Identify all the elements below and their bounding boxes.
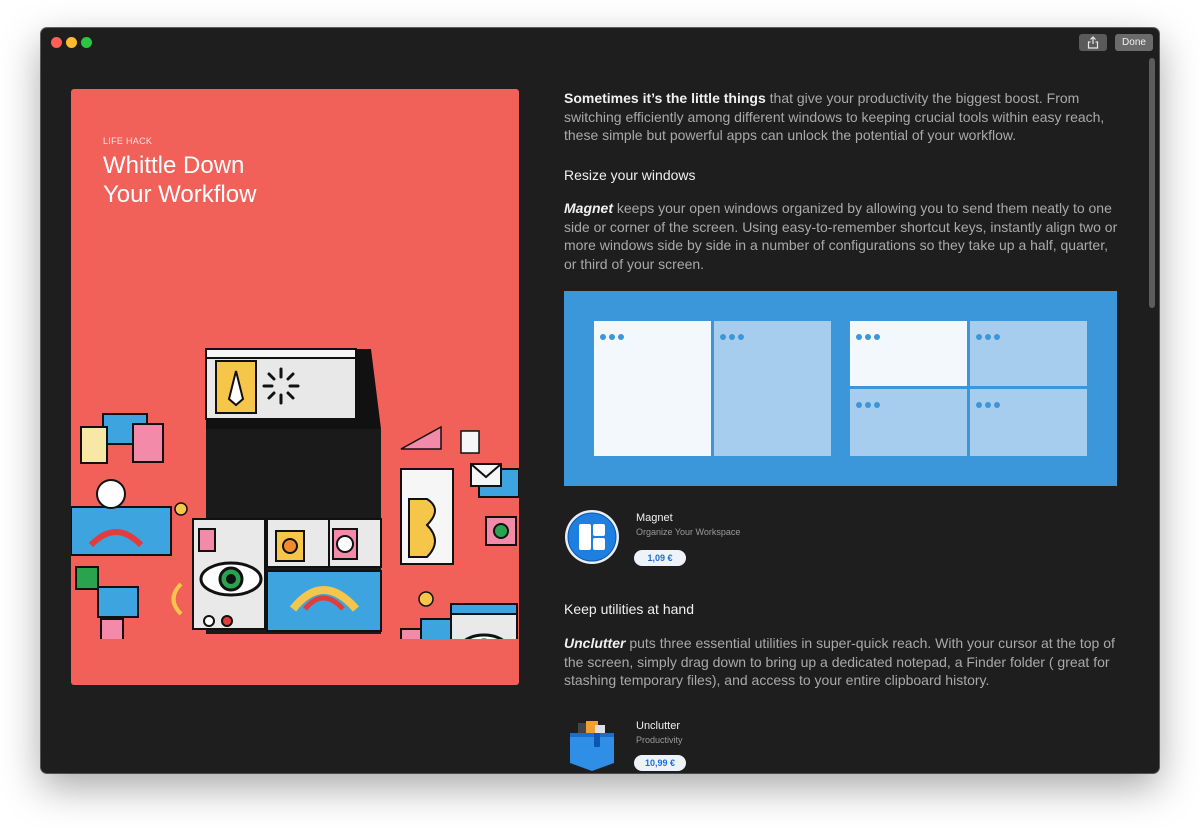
window-layout-diagram xyxy=(564,291,1117,486)
intro-bold: Sometimes it’s the little things xyxy=(564,90,766,106)
unclutter-app-icon[interactable] xyxy=(564,717,620,773)
unclutter-app-card[interactable]: Unclutter Productivity 10,99 € xyxy=(564,717,864,773)
zoom-window-button[interactable] xyxy=(81,37,92,48)
share-button[interactable] xyxy=(1079,34,1107,51)
intro-paragraph: Sometimes it’s the little things that gi… xyxy=(564,89,1124,145)
hero-card: LIFE HACK Whittle Down Your Workflow xyxy=(71,89,519,685)
magnet-description: keeps your open windows organized by all… xyxy=(564,200,1118,272)
magnet-app-name: Magnet xyxy=(636,512,673,524)
diagram-window-quarter-4 xyxy=(970,389,1087,456)
unclutter-app-name: Unclutter xyxy=(636,720,681,732)
unclutter-app-link[interactable]: Unclutter xyxy=(564,635,625,651)
unclutter-app-subtitle: Productivity xyxy=(636,735,683,745)
magnet-app-link[interactable]: Magnet xyxy=(564,200,613,216)
share-icon xyxy=(1087,36,1099,49)
magnet-price-button[interactable]: 1,09 € xyxy=(634,550,686,566)
close-window-button[interactable] xyxy=(51,37,62,48)
section-heading-resize: Resize your windows xyxy=(564,167,696,183)
titlebar: Done xyxy=(41,28,1159,56)
hero-title: Whittle Down Your Workflow xyxy=(103,151,403,209)
hero-illustration xyxy=(71,348,519,639)
magnet-app-card[interactable]: Magnet Organize Your Workspace 1,09 € xyxy=(564,509,864,569)
app-store-story-window: Done LIFE HACK Whittle Down Your Workflo… xyxy=(41,28,1159,773)
unclutter-paragraph: Unclutter puts three essential utilities… xyxy=(564,634,1124,690)
unclutter-description: puts three essential utilities in super-… xyxy=(564,635,1115,688)
diagram-window-left-half xyxy=(594,321,711,456)
hero-eyebrow: LIFE HACK xyxy=(103,136,153,146)
done-button[interactable]: Done xyxy=(1115,34,1153,51)
magnet-paragraph: Magnet keeps your open windows organized… xyxy=(564,199,1124,273)
scrollbar-thumb[interactable] xyxy=(1149,58,1155,308)
diagram-window-right-half xyxy=(714,321,831,456)
diagram-window-quarter-1 xyxy=(850,321,967,386)
section-heading-utilities: Keep utilities at hand xyxy=(564,601,694,617)
hero-title-line-2: Your Workflow xyxy=(103,181,257,208)
hero-title-line-1: Whittle Down xyxy=(103,152,245,179)
unclutter-price-button[interactable]: 10,99 € xyxy=(634,755,686,771)
minimize-window-button[interactable] xyxy=(66,37,77,48)
diagram-window-quarter-2 xyxy=(970,321,1087,386)
magnet-app-icon[interactable] xyxy=(564,509,620,565)
diagram-window-quarter-3 xyxy=(850,389,967,456)
magnet-app-subtitle: Organize Your Workspace xyxy=(636,527,741,537)
